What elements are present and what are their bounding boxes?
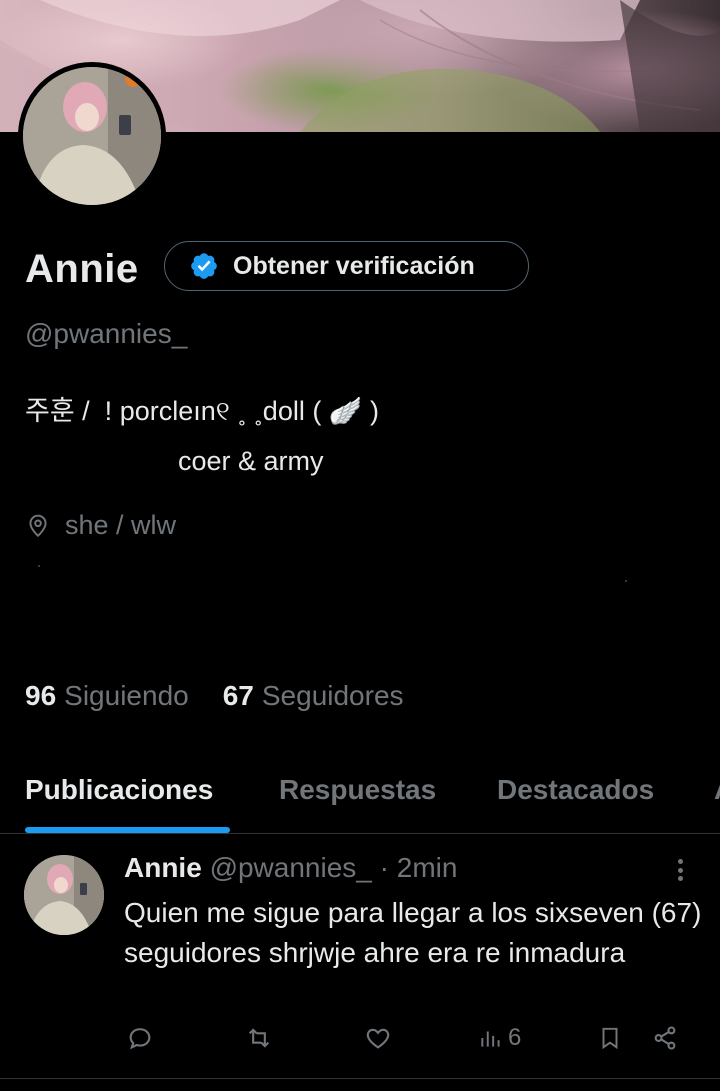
followers-link[interactable]: 67 Seguidores	[223, 680, 404, 712]
views-button[interactable]: 6	[478, 1024, 521, 1052]
following-label: Siguiendo	[64, 680, 189, 711]
bio-line-2: coer & army	[178, 446, 324, 476]
share-icon	[654, 1026, 676, 1050]
post-header: Annie @pwannies_ · 2min	[124, 852, 457, 884]
followers-label: Seguidores	[261, 680, 404, 711]
views-icon	[481, 1031, 500, 1047]
post-author-avatar[interactable]	[24, 855, 104, 935]
decorative-dot	[625, 580, 627, 582]
profile-handle: @pwannies_	[25, 318, 188, 349]
avatar-photo	[23, 67, 161, 205]
views-count: 6	[508, 1024, 522, 1051]
bookmark-button[interactable]	[597, 1024, 623, 1052]
more-options-icon[interactable]	[668, 855, 692, 885]
post-author-handle[interactable]: @pwannies_	[210, 852, 372, 883]
profile-tabs: Publicaciones Respuestas Destacados A	[0, 768, 720, 834]
active-tab-indicator	[25, 827, 230, 833]
tab-publicaciones[interactable]: Publicaciones	[25, 774, 213, 806]
like-button[interactable]	[364, 1024, 392, 1052]
decorative-dot	[38, 565, 40, 567]
location-pin-icon	[29, 514, 47, 537]
retweet-icon	[248, 1028, 270, 1048]
location-text: she / wlw	[65, 510, 177, 540]
following-link[interactable]: 96 Siguiendo	[25, 680, 189, 712]
post-text: Quien me sigue para llegar a los sixseve…	[124, 897, 702, 968]
display-name: Annie	[25, 247, 139, 291]
post-author-name[interactable]: Annie	[124, 852, 202, 883]
tab-overflow[interactable]: A	[714, 774, 720, 806]
post-actions: 6	[0, 1024, 720, 1064]
reply-button[interactable]	[126, 1024, 154, 1052]
post-item[interactable]: Annie @pwannies_ · 2min Quien me sigue p…	[0, 835, 720, 1079]
retweet-button[interactable]	[244, 1024, 274, 1052]
follow-stats: 96 Siguiendo 67 Seguidores	[25, 680, 438, 712]
like-icon	[366, 1028, 390, 1049]
share-button[interactable]	[651, 1024, 679, 1052]
profile-avatar[interactable]	[18, 62, 166, 210]
profile-location: she / wlw	[25, 510, 176, 541]
tab-destacados[interactable]: Destacados	[497, 774, 654, 806]
following-count: 96	[25, 680, 57, 711]
bio-line-1: 주훈 / ! porcleın୧ ˳ ˳doll ( 🪽 )	[25, 396, 379, 426]
reply-icon	[129, 1028, 151, 1050]
get-verified-button[interactable]: Obtener verificación	[164, 241, 529, 291]
followers-count: 67	[222, 680, 254, 711]
get-verified-label: Obtener verificación	[233, 251, 475, 280]
bookmark-icon	[602, 1027, 618, 1050]
tab-respuestas[interactable]: Respuestas	[279, 774, 436, 806]
verified-badge-icon	[191, 253, 217, 279]
post-time[interactable]: · 2min	[380, 852, 458, 883]
